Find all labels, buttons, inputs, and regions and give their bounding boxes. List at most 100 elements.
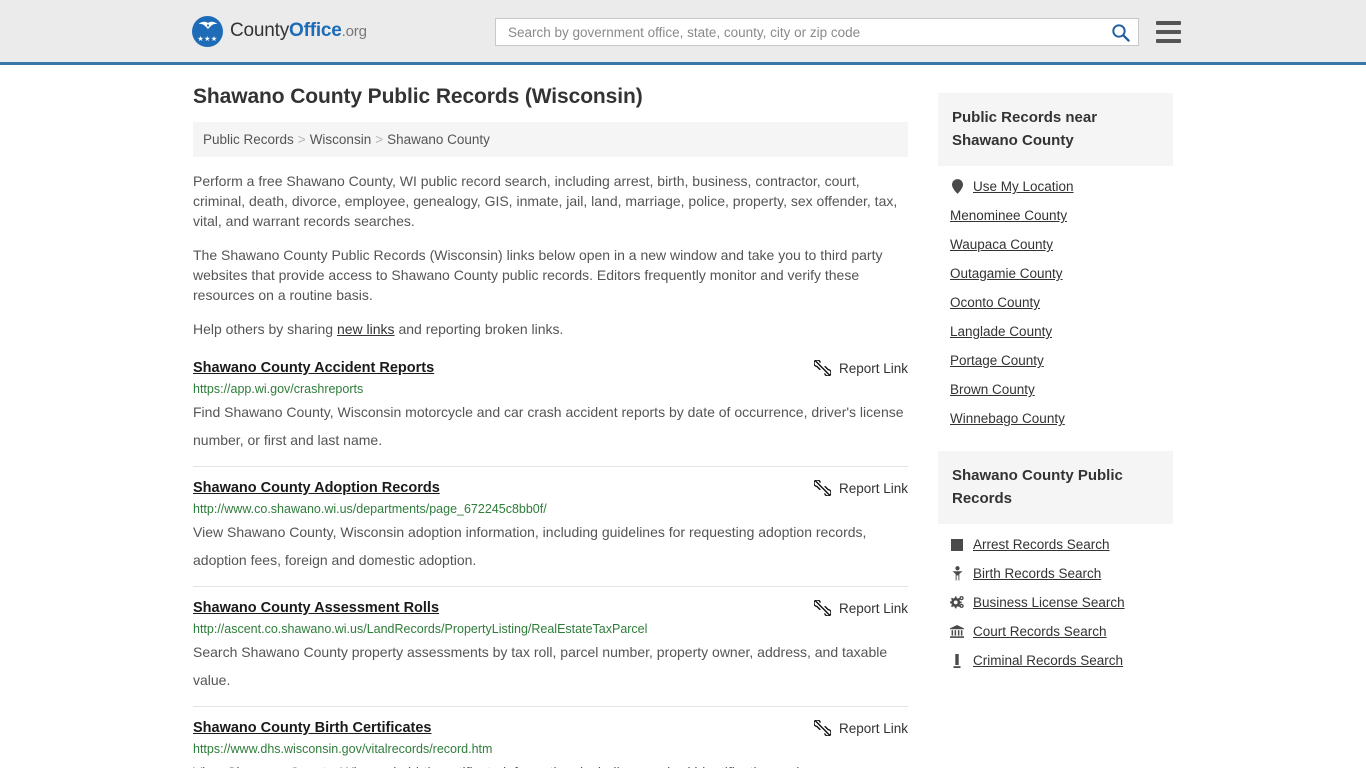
record-description: Search Shawano County property assessmen…	[193, 644, 888, 688]
records-list: Shawano County Accident Reports Report Li…	[193, 353, 908, 768]
record-search-item-label[interactable]: Criminal Records Search	[973, 653, 1123, 668]
record-search-item-label[interactable]: Court Records Search	[973, 624, 1107, 639]
breadcrumb-separator: >	[375, 132, 384, 147]
search-area	[495, 18, 1181, 46]
logo-text-org: .org	[341, 23, 367, 40]
nearby-county-item-label[interactable]: Winnebago County	[950, 411, 1065, 426]
logo-text-county: County	[230, 20, 290, 41]
record-title-link[interactable]: Shawano County Birth Certificates	[193, 719, 431, 738]
record-entry: Shawano County Accident Reports Report Li…	[193, 353, 908, 467]
nearby-county-item-label[interactable]: Oconto County	[950, 295, 1040, 310]
fingerprint-icon	[951, 538, 963, 551]
record-search-item-label[interactable]: Business License Search	[973, 595, 1125, 610]
gears-icon	[950, 596, 964, 609]
intro-paragraph-1: Perform a free Shawano County, WI public…	[193, 173, 898, 229]
breadcrumb-item-shawano-county[interactable]: Shawano County	[387, 132, 490, 147]
nearby-county-item-label[interactable]: Outagamie County	[950, 266, 1063, 281]
gavel-icon	[953, 653, 961, 668]
nearby-county-item[interactable]: Brown County	[938, 375, 1173, 404]
baby-icon-wrap	[950, 566, 964, 581]
search-button[interactable]	[1111, 23, 1130, 42]
search-box[interactable]	[495, 18, 1139, 46]
baby-icon	[951, 566, 963, 581]
record-description: View Shawano County, Wisconsin adoption …	[193, 524, 867, 568]
nearby-county-item[interactable]: Winnebago County	[938, 404, 1173, 433]
nearby-county-item[interactable]: Oconto County	[938, 288, 1173, 317]
report-link-label: Report Link	[838, 360, 908, 376]
nearby-county-item-label[interactable]: Waupaca County	[950, 237, 1053, 252]
report-link-button[interactable]: Report Link	[813, 600, 908, 616]
record-search-item[interactable]: Criminal Records Search	[938, 646, 1173, 675]
report-link-label: Report Link	[838, 480, 908, 496]
record-search-item-label[interactable]: Birth Records Search	[973, 566, 1101, 581]
gears-icon-wrap	[950, 596, 964, 609]
new-links-link[interactable]: new links	[337, 321, 395, 337]
breadcrumb-separator: >	[297, 132, 306, 147]
logo-text-office: Office	[289, 20, 342, 41]
report-link-button[interactable]: Report Link	[813, 360, 908, 376]
nearby-county-item-label[interactable]: Menominee County	[950, 208, 1067, 223]
breadcrumb-item-wisconsin[interactable]: Wisconsin	[310, 132, 372, 147]
broken-link-icon	[813, 480, 831, 496]
site-logo[interactable]: ★★★ CountyOffice.org	[192, 15, 367, 47]
site-header: ★★★ CountyOffice.org	[0, 0, 1366, 65]
eagle-icon	[198, 21, 217, 29]
page-title: Shawano County Public Records (Wisconsin…	[193, 85, 643, 108]
record-url: http://www.co.shawano.wi.us/departments/…	[193, 502, 547, 516]
nearby-county-item[interactable]: Waupaca County	[938, 230, 1173, 259]
logo-text: CountyOffice.org	[230, 20, 367, 42]
record-title-link[interactable]: Shawano County Assessment Rolls	[193, 599, 439, 618]
record-search-item[interactable]: Arrest Records Search	[938, 530, 1173, 559]
hamburger-bar	[1156, 39, 1181, 43]
nearby-panel-heading: Public Records near Shawano County	[938, 93, 1173, 166]
report-link-button[interactable]: Report Link	[813, 720, 908, 736]
nearby-county-item[interactable]: Menominee County	[938, 201, 1173, 230]
sidebar: Public Records near Shawano County Use M…	[938, 85, 1173, 768]
intro-paragraph-3: Help others by sharing new links and rep…	[193, 319, 908, 339]
record-header: Shawano County Birth Certificates Report …	[193, 719, 908, 738]
report-link-label: Report Link	[838, 600, 908, 616]
intro-paragraph-2: The Shawano County Public Records (Wisco…	[193, 247, 883, 303]
nearby-county-item-label[interactable]: Langlade County	[950, 324, 1052, 339]
report-link-button[interactable]: Report Link	[813, 480, 908, 496]
hamburger-bar	[1156, 30, 1181, 34]
record-search-item[interactable]: Court Records Search	[938, 617, 1173, 646]
broken-link-icon	[813, 600, 831, 616]
record-url: http://ascent.co.shawano.wi.us/LandRecor…	[193, 622, 648, 636]
records-panel-heading: Shawano County Public Records	[938, 451, 1173, 524]
search-icon	[1112, 23, 1130, 42]
record-entry: Shawano County Assessment Rolls Report Li…	[193, 593, 908, 707]
nearby-county-item-label[interactable]: Portage County	[950, 353, 1044, 368]
record-search-item[interactable]: Business License Search	[938, 588, 1173, 617]
record-description: View Shawano County, Wisconsin birth cer…	[193, 758, 908, 768]
nearby-county-item-label[interactable]: Use My Location	[973, 179, 1074, 194]
hamburger-bar	[1156, 21, 1181, 25]
fingerprint-icon-wrap	[950, 538, 964, 551]
stars-icon: ★★★	[197, 35, 218, 43]
nearby-county-item[interactable]: Use My Location	[938, 172, 1173, 201]
record-title-link[interactable]: Shawano County Accident Reports	[193, 359, 434, 378]
nearby-county-item[interactable]: Portage County	[938, 346, 1173, 375]
courthouse-icon-wrap	[950, 625, 964, 638]
record-url: https://app.wi.gov/crashreports	[193, 382, 364, 396]
record-title-link[interactable]: Shawano County Adoption Records	[193, 479, 440, 498]
hamburger-menu-icon[interactable]	[1156, 21, 1181, 43]
record-search-item-label[interactable]: Arrest Records Search	[973, 537, 1110, 552]
main-content: Shawano County Public Records (Wisconsin…	[193, 85, 908, 768]
gavel-icon-wrap	[950, 653, 964, 668]
records-search-list: Arrest Records Search Birth Records Searc…	[938, 524, 1173, 693]
search-input[interactable]	[506, 23, 1111, 41]
eagle-shield-logo-icon: ★★★	[192, 15, 223, 47]
record-entry: Shawano County Birth Certificates Report …	[193, 713, 908, 768]
record-search-item[interactable]: Birth Records Search	[938, 559, 1173, 588]
map-pin-icon	[951, 179, 963, 194]
nearby-county-item[interactable]: Outagamie County	[938, 259, 1173, 288]
record-header: Shawano County Accident Reports Report Li…	[193, 359, 908, 378]
record-description: Find Shawano County, Wisconsin motorcycl…	[193, 404, 904, 448]
intro-3-pre: Help others by sharing	[193, 321, 337, 337]
nearby-county-item[interactable]: Langlade County	[938, 317, 1173, 346]
nearby-county-item-label[interactable]: Brown County	[950, 382, 1035, 397]
breadcrumb-item-public-records[interactable]: Public Records	[203, 132, 294, 147]
record-entry: Shawano County Adoption Records Report Li…	[193, 473, 908, 587]
broken-link-icon	[813, 720, 831, 736]
